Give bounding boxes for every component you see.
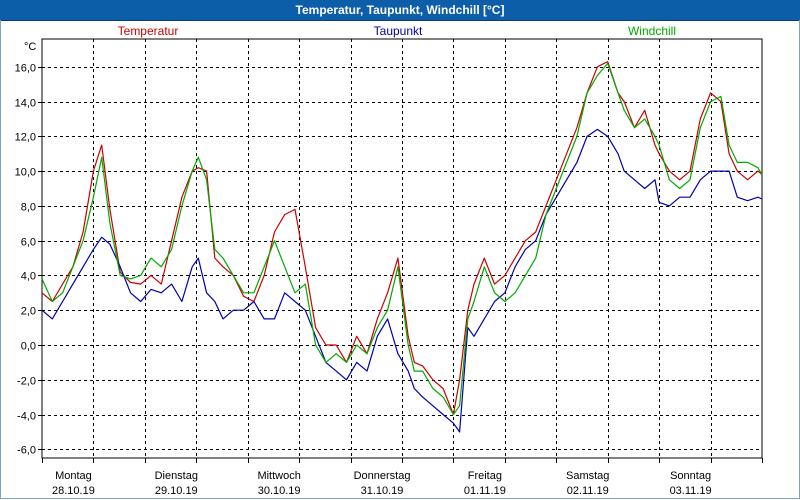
x-tick-day-label: Samstag — [566, 470, 609, 482]
x-tick-date-label: 31.10.19 — [361, 485, 404, 497]
legend-entry-temperatur: Temperatur — [118, 24, 179, 38]
y-tick-label: 2,0 — [21, 306, 36, 318]
y-tick-label: 8,0 — [21, 202, 36, 214]
y-tick-label: -2,0 — [17, 376, 36, 388]
legend: Temperatur Taupunkt Windchill — [118, 24, 676, 38]
x-tick-day-label: Montag — [55, 470, 92, 482]
y-tick-label: -4,0 — [17, 411, 36, 423]
x-tick-date-label: 03.11.19 — [670, 485, 712, 497]
legend-entry-taupunkt: Taupunkt — [374, 24, 423, 38]
y-tick-label: 0,0 — [21, 341, 36, 353]
x-tick-day-label: Sonntag — [670, 470, 711, 482]
y-tick-label: 16,0 — [15, 63, 36, 75]
x-tick-date-label: 29.10.19 — [155, 485, 198, 497]
y-tick-label: -6,0 — [17, 445, 36, 457]
y-tick-label: 4,0 — [21, 271, 36, 283]
x-tick-day-label: Mittwoch — [257, 470, 300, 482]
y-tick-label: 14,0 — [15, 98, 36, 110]
x-tick-date-label: 02.11.19 — [567, 485, 609, 497]
x-tick-date-label: 01.11.19 — [464, 485, 506, 497]
y-axis-unit: °C — [24, 41, 36, 53]
x-tick-day-label: Donnerstag — [354, 470, 411, 482]
y-tick-label: 6,0 — [21, 237, 36, 249]
grid — [42, 39, 762, 458]
legend-entry-windchill: Windchill — [628, 24, 676, 38]
chart-svg: 16,0 14,0 12,0 10,0 8,0 6,0 4,0 2,0 0,0 -2,0 -4,0 -… — [15, 24, 763, 497]
x-tick-date-label: 30.10.19 — [258, 485, 301, 497]
y-tick-label: 10,0 — [15, 167, 36, 179]
y-tick-label: 12,0 — [15, 132, 36, 144]
x-tick-day-label: Freitag — [468, 470, 502, 482]
x-tick-day-label: Dienstag — [155, 470, 198, 482]
x-tick-date-label: 28.10.19 — [52, 485, 95, 497]
